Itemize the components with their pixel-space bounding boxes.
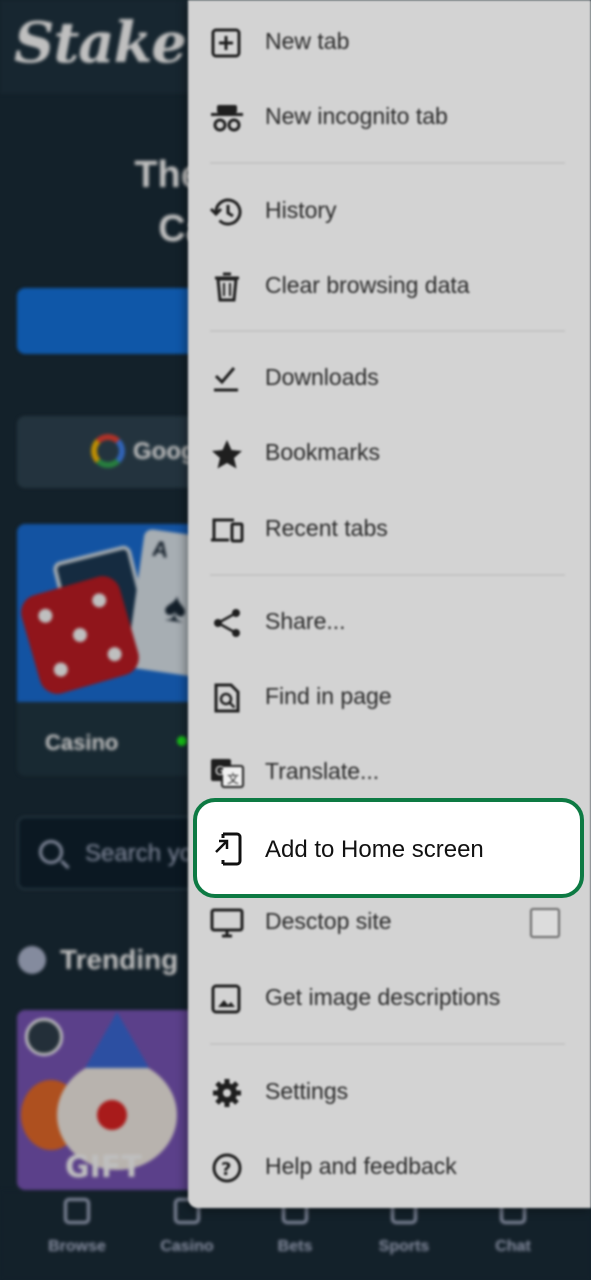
menu-item-history[interactable]: History xyxy=(188,175,591,247)
help-icon: ? xyxy=(210,1153,244,1183)
add-to-home-screen-label: Add to Home screen xyxy=(265,836,484,863)
menu-item-new-incognito-tab[interactable]: New incognito tab xyxy=(188,81,591,153)
svg-text:?: ? xyxy=(221,1159,231,1180)
menu-item-help-and-feedback[interactable]: ? Help and feedback xyxy=(188,1131,591,1203)
monitor-icon xyxy=(210,908,244,938)
menu-item-share[interactable]: Share... xyxy=(188,586,591,658)
history-icon xyxy=(209,197,244,227)
menu-item-clear-browsing-data[interactable]: Clear browsing data xyxy=(188,250,591,322)
devices-icon xyxy=(210,515,244,545)
menu-item-find-in-page[interactable]: Find in page xyxy=(188,661,591,733)
desktop-site-checkbox[interactable] xyxy=(530,908,560,938)
new-tab-icon xyxy=(210,28,244,58)
menu-item-new-tab[interactable]: New tab xyxy=(188,6,591,78)
menu-item-settings[interactable]: Settings xyxy=(188,1056,591,1128)
menu-item-downloads[interactable]: Downloads xyxy=(188,342,591,414)
menu-item-bookmarks[interactable]: Bookmarks xyxy=(188,417,591,489)
svg-text:G: G xyxy=(215,764,224,778)
download-icon xyxy=(210,364,244,394)
incognito-icon xyxy=(210,103,244,133)
menu-divider xyxy=(210,162,565,164)
menu-item-add-to-home-screen[interactable]: Add to Home screen xyxy=(193,798,584,898)
browser-overflow-menu: New tab New incognito tab History Clear … xyxy=(188,0,591,1208)
translate-icon: G文 xyxy=(210,758,244,788)
menu-item-recent-tabs[interactable]: Recent tabs xyxy=(188,493,591,565)
gear-icon xyxy=(210,1078,244,1108)
menu-divider xyxy=(210,1043,565,1045)
menu-divider xyxy=(210,330,565,332)
share-icon xyxy=(210,608,244,638)
add-to-home-icon xyxy=(211,832,245,866)
menu-item-get-image-descriptions[interactable]: Get image descriptions xyxy=(188,962,591,1034)
find-in-page-icon xyxy=(210,683,244,713)
image-icon xyxy=(210,984,244,1014)
trash-icon xyxy=(210,272,244,302)
star-icon xyxy=(210,439,244,469)
menu-divider xyxy=(210,574,565,576)
svg-text:文: 文 xyxy=(227,771,239,786)
